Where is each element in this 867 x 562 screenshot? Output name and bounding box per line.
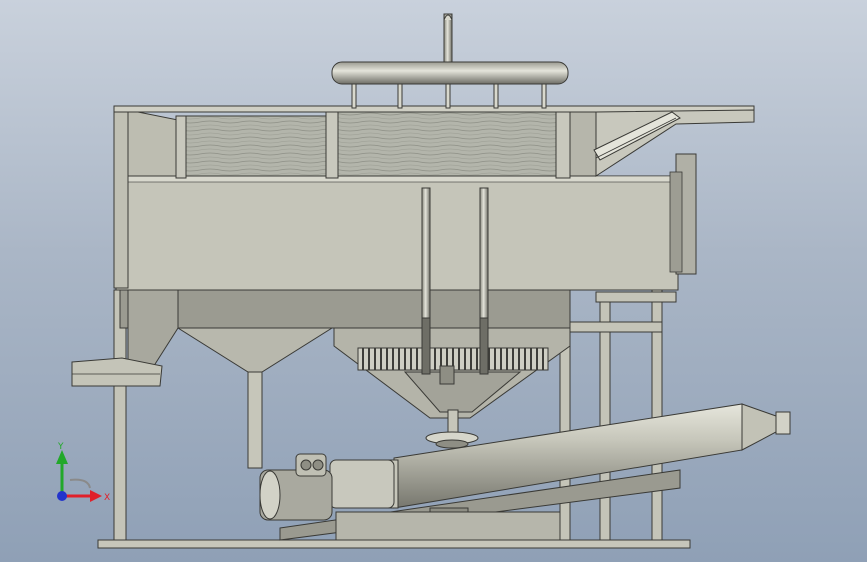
cad-viewport[interactable]: Y X [0,0,867,562]
triad-x-label: X [104,493,110,503]
feed-chute [593,109,755,177]
triad-y-label: Y [57,442,64,452]
right-hopper [333,327,571,449]
machine-drawing: Y X [56,13,791,549]
base-block [335,511,561,541]
coordinate-triad: Y X [56,442,110,503]
drive-motor [259,453,395,521]
base-plate [97,539,691,549]
main-tank [115,175,679,291]
spray-manifold [331,13,569,109]
lower-tank [119,289,571,329]
